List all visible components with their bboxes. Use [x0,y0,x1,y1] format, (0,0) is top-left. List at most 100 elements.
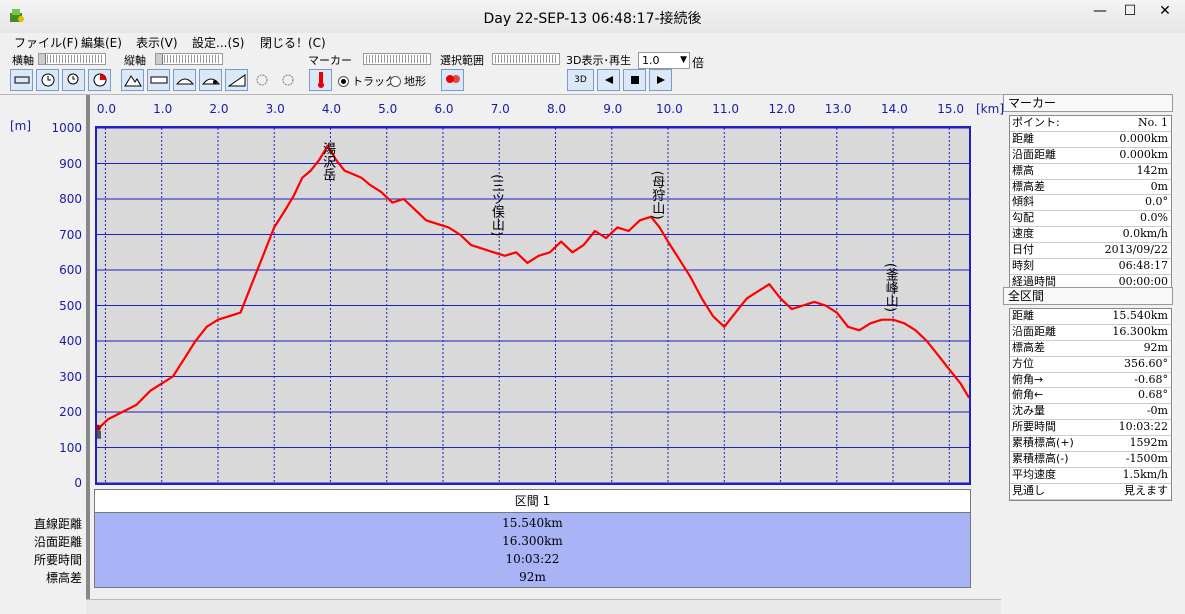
marker_panel-value: 06:48:17 [1118,259,1168,273]
zoom-out-button[interactable] [277,69,300,91]
flat-ruler-icon [150,76,167,84]
whole_panel-value: -0m [1146,404,1168,418]
marker_panel-value: 0.000km [1119,131,1168,145]
clock-123-icon [67,73,78,85]
zoom-in-button[interactable] [251,69,274,91]
stop-button[interactable] [623,69,646,91]
marker_panel-row: 速度 0.0km/h [1010,227,1171,244]
whole_panel-key: 沈み量 [1012,404,1045,418]
marker-thermometer-button[interactable] [309,69,332,91]
x-tick-label: 12.0 [768,102,796,116]
x-tick-label: 14.0 [881,102,908,116]
marker-info-table: ポイント: No. 1 距離 0.000km 沿面距離 0.000km 標高 142m 標高差 0… [1009,115,1172,292]
whole_panel-key: 距離 [1012,309,1034,322]
marker_panel-row: 時刻 06:48:17 [1010,259,1171,275]
hand-zoom-out-icon [282,74,293,86]
toolbar: 横軸 縦軸 マーカー トラック 地形 選択範囲 3D表示･再生 3D 倍 [0,50,1185,95]
whole_panel-key: 俯角← [1012,388,1044,402]
marker_panel-value: 142m [1136,163,1168,177]
x-tick-label: 15.0 [937,102,965,116]
x-tick-label: 1.0 [153,102,173,116]
play3d-button[interactable]: 3D [567,69,594,91]
selection-slider[interactable] [492,53,560,65]
whole_panel-row: 累積標高(+) 1592m [1010,436,1171,453]
marker-label: マーカー [308,54,352,67]
marker_panel-key: 距離 [1012,131,1034,145]
play-button[interactable] [649,69,672,91]
x-tick-label: 13.0 [824,102,852,116]
elevation-mountain-button[interactable] [121,69,144,91]
x-tick-label: 4.0 [321,102,342,116]
horizontal-axis-label: 横軸 [12,54,34,67]
elevation-curve2-button[interactable] [199,69,222,91]
elevation-plot[interactable]: 湯沢岳 (三ツ俣山) (母狩山) (釜峰山) [95,126,971,485]
selection-range-icon [445,75,460,83]
marker_panel-value: 2013/09/22 [1104,243,1168,257]
hand-zoom-icon [256,74,267,86]
radio-track[interactable]: トラック [338,73,396,89]
marker_panel-key: 速度 [1012,227,1034,241]
horizontal-zoom-slider[interactable] [38,53,106,65]
clock-count-button[interactable] [62,69,85,91]
y-tick-label: 600 [59,263,82,277]
vertical-zoom-slider[interactable] [155,53,223,65]
play3d-text: 3D [574,75,587,85]
whole_panel-row: 距離 15.540km [1010,309,1171,325]
selection-label: 選択範囲 [440,54,484,67]
whole_panel-row: 俯角→ -0.68° [1010,373,1171,389]
x-tick-label: 2.0 [209,102,229,116]
chevron-down-icon[interactable]: ▼ [680,53,687,68]
elevation-flat-button[interactable] [147,69,170,91]
marker_panel-row: 標高 142m [1010,164,1171,180]
menu-settings[interactable]: 設定...(S) [192,34,244,51]
minimize-button[interactable]: — [1085,0,1115,22]
clock-button[interactable] [36,69,59,91]
interval-body: 15.540km 16.300km 10:03:22 92m [94,513,971,588]
speed-select[interactable]: 1.0 ▼ [638,52,690,69]
whole_panel-value: 1.5km/h [1122,467,1168,481]
marker_panel-key: 傾斜 [1012,195,1034,209]
marker_panel-row: 沿面距離 0.000km [1010,148,1171,164]
whole_panel-value: 見えます [1124,483,1168,497]
x-tick-label: 0.0 [96,102,116,116]
curve-arrow-icon [201,78,220,85]
marker_panel-value: 0.000km [1119,147,1168,161]
selection-button[interactable] [441,69,464,91]
menu-edit[interactable]: 編集(E) [81,34,122,51]
menu-view[interactable]: 表示(V) [136,34,178,51]
rewind-button[interactable] [597,69,620,91]
marker_panel-value: 0.0° [1145,195,1168,209]
slope-button[interactable] [225,69,248,91]
whole_panel-value: 15.540km [1112,309,1168,322]
menu-close[interactable]: 閉じる！(C) [260,34,326,51]
whole_panel-key: 標高差 [1012,340,1045,354]
radio-terrain-dot[interactable] [390,75,401,87]
display3d-label: 3D表示･再生 [566,54,631,67]
marker_panel-key: 時刻 [1012,259,1034,273]
whole_panel-key: 累積標高(+) [1012,436,1074,450]
close-button[interactable]: ✕ [1145,0,1185,22]
whole_panel-row: 方位 356.60° [1010,357,1171,373]
mountain-icon [123,75,142,87]
menu-file[interactable]: ファイル(F) [14,34,78,51]
marker-slider[interactable] [363,53,431,65]
maximize-button[interactable]: ☐ [1115,0,1145,22]
elevation-chart-svg[interactable]: 湯沢岳 (三ツ俣山) (母狩山) (釜峰山) [97,128,969,483]
y-tick-label: 900 [59,156,82,171]
horizontal-scrollbar[interactable] [86,599,1001,614]
radio-track-dot[interactable] [338,75,349,87]
radio-terrain[interactable]: 地形 [390,73,426,89]
peak-label: (三ツ俣山) [489,174,505,236]
pie-clock-button[interactable] [88,69,111,91]
left-splitter[interactable] [86,95,90,599]
marker_panel-value: No. 1 [1137,116,1168,129]
title-bar: Day 22-SEP-13 06:48:17-接続後 — ☐ ✕ [0,0,1185,34]
whole_panel-value: 92m [1143,340,1168,354]
marker_panel-row: 距離 0.000km [1010,132,1171,148]
elevation-curve-button[interactable] [173,69,196,91]
ruler-button[interactable] [10,69,33,91]
whole_panel-key: 見通し [1012,483,1045,497]
start-marker-icon[interactable] [97,424,101,439]
whole_panel-row: 標高差 92m [1010,341,1171,357]
x-tick-label: 5.0 [378,102,398,116]
